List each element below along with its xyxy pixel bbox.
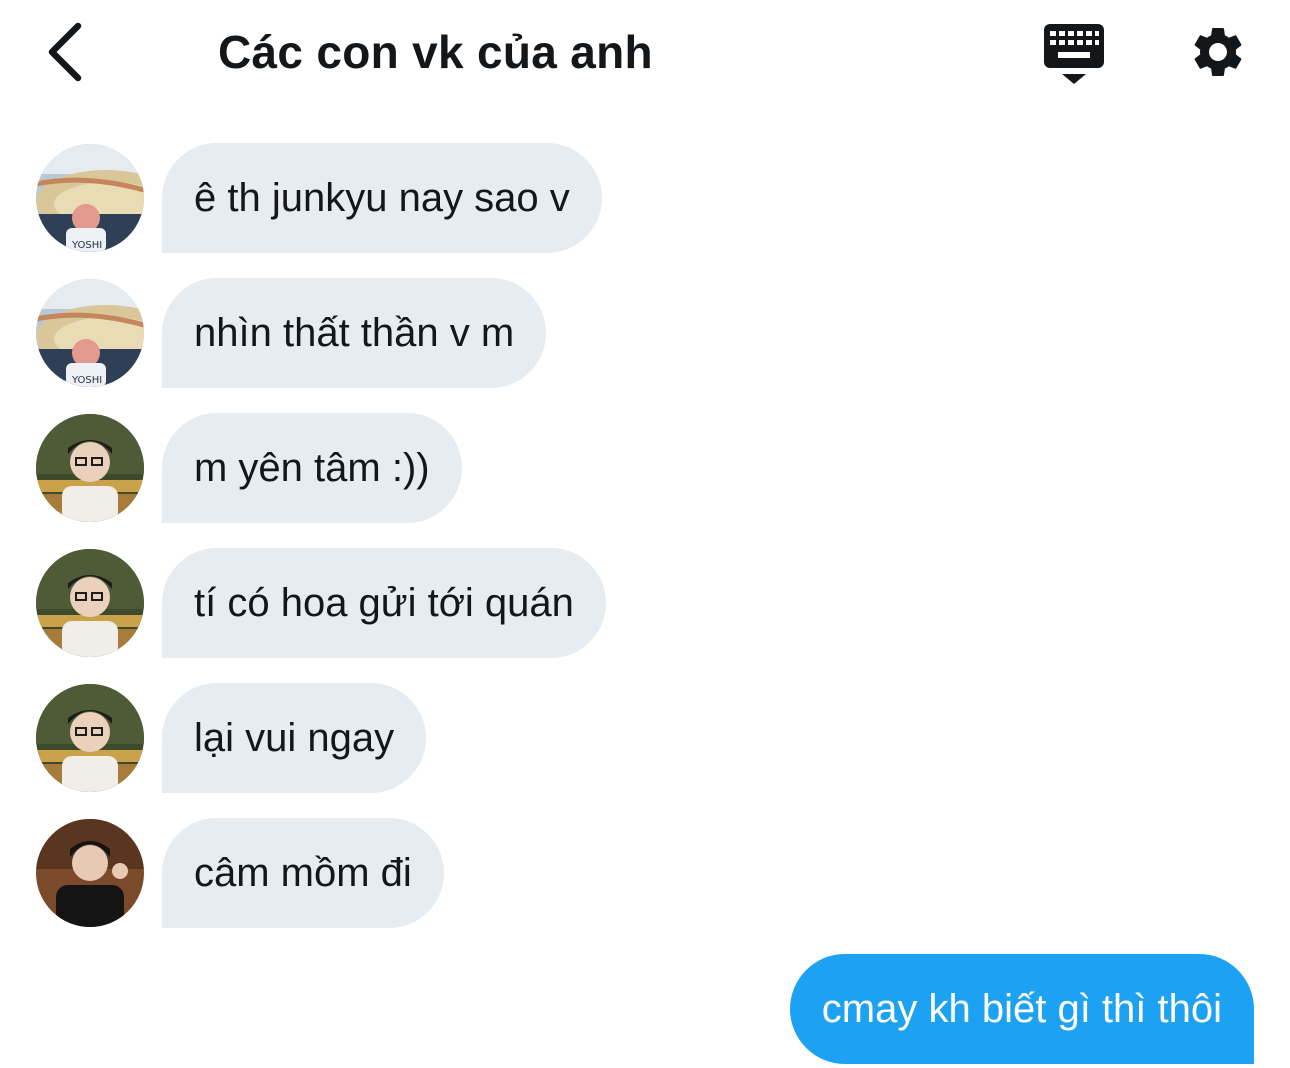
gear-icon bbox=[1194, 27, 1242, 76]
conversation-title[interactable]: Các con vk của anh bbox=[218, 22, 653, 82]
incoming-message-bubble[interactable]: tí có hoa gửi tới quán bbox=[162, 548, 606, 658]
message-row: câm mồm đi bbox=[0, 818, 1290, 928]
avatar-photo-stadium: YOSHI bbox=[36, 144, 144, 252]
avatar-photo-person-glasses bbox=[36, 684, 144, 792]
avatar-user-2[interactable] bbox=[36, 549, 144, 657]
avatar-user-3[interactable] bbox=[36, 819, 144, 927]
keyboard-hide-icon bbox=[1044, 24, 1104, 84]
message-row: m yên tâm :)) bbox=[0, 413, 1290, 523]
avatar-user-1[interactable]: YOSHI bbox=[36, 144, 144, 252]
incoming-message-bubble[interactable]: câm mồm đi bbox=[162, 818, 444, 928]
avatar-user-2[interactable] bbox=[36, 414, 144, 522]
svg-text:YOSHI: YOSHI bbox=[71, 240, 102, 251]
message-row: lại vui ngay bbox=[0, 683, 1290, 793]
incoming-message-bubble[interactable]: nhìn thất thần v m bbox=[162, 278, 547, 388]
avatar-user-2[interactable] bbox=[36, 684, 144, 792]
incoming-message-bubble[interactable]: lại vui ngay bbox=[162, 683, 427, 793]
keyboard-toggle-button[interactable] bbox=[1040, 22, 1108, 86]
message-row: YOSHI ê th junkyu nay sao v bbox=[0, 143, 1290, 253]
avatar-photo-stadium: YOSHI bbox=[36, 279, 144, 387]
settings-button[interactable] bbox=[1186, 22, 1250, 82]
outgoing-message-bubble[interactable]: cmay kh biết gì thì thôi bbox=[789, 954, 1254, 1064]
avatar-photo-person-dark bbox=[36, 819, 144, 927]
message-row: YOSHI nhìn thất thần v m bbox=[0, 278, 1290, 388]
avatar-photo-person-glasses bbox=[36, 549, 144, 657]
chevron-left-icon bbox=[48, 22, 82, 82]
incoming-message-bubble[interactable]: m yên tâm :)) bbox=[162, 413, 462, 523]
svg-text:YOSHI: YOSHI bbox=[71, 375, 102, 386]
avatar-photo-person-glasses bbox=[36, 414, 144, 522]
incoming-message-bubble[interactable]: ê th junkyu nay sao v bbox=[162, 143, 602, 253]
chat-header: Các con vk của anh bbox=[0, 0, 1290, 110]
avatar-user-1[interactable]: YOSHI bbox=[36, 279, 144, 387]
message-row: tí có hoa gửi tới quán bbox=[0, 548, 1290, 658]
back-button[interactable] bbox=[40, 20, 96, 84]
